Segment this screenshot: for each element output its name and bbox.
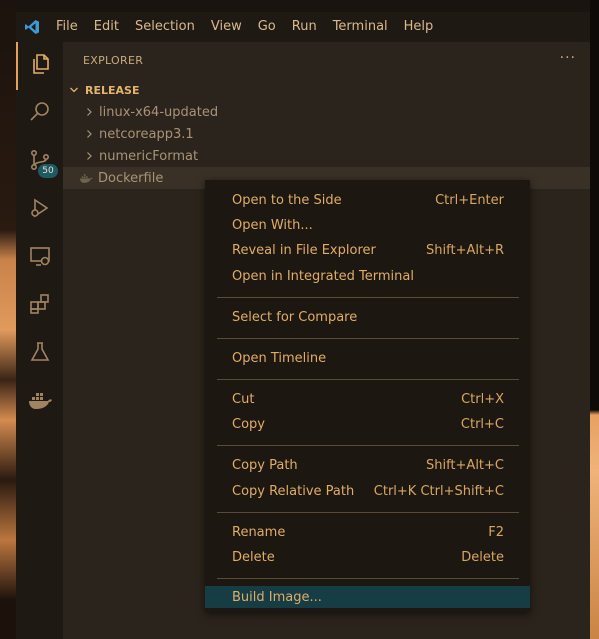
menu-item-label: Reveal in File Explorer — [232, 242, 376, 258]
section-label: RELEASE — [85, 83, 140, 97]
menu-item-shortcut: Ctrl+Enter — [435, 192, 504, 208]
menu-item-label: Open to the Side — [232, 192, 342, 208]
menu-item-shortcut: Ctrl+X — [461, 391, 504, 407]
menu-item-shortcut: Ctrl+K Ctrl+Shift+C — [373, 483, 504, 499]
menu-item-open-to-side[interactable]: Open to the Side Ctrl+Enter — [205, 189, 530, 211]
tree-item-label: netcoreapp3.1 — [99, 126, 194, 142]
menu-selection[interactable]: Selection — [127, 12, 203, 42]
flask-icon — [28, 340, 52, 368]
menu-item-copy-relative-path[interactable]: Copy Relative Path Ctrl+K Ctrl+Shift+C — [205, 480, 530, 502]
run-debug-icon — [28, 196, 52, 224]
menu-item-label: Open Timeline — [232, 350, 327, 366]
menu-run[interactable]: Run — [284, 12, 325, 42]
menu-item-label: Delete — [232, 549, 275, 565]
menu-item-shortcut: Shift+Alt+C — [425, 457, 504, 473]
menu-item-label: Copy Relative Path — [232, 483, 355, 499]
docker-icon — [27, 389, 53, 415]
search-activity-button[interactable] — [16, 90, 63, 138]
menu-help[interactable]: Help — [396, 12, 442, 42]
menu-edit[interactable]: Edit — [86, 12, 127, 42]
remote-explorer-icon — [28, 244, 52, 272]
tree-item-label: linux-x64-updated — [99, 104, 219, 120]
more-actions-button[interactable]: ··· — [560, 50, 576, 66]
menu-item-label: Select for Compare — [232, 309, 358, 325]
menu-item-build-image[interactable]: Build Image... — [205, 586, 530, 608]
extensions-activity-button[interactable] — [16, 282, 63, 330]
menu-go[interactable]: Go — [250, 12, 284, 42]
docker-file-icon — [79, 167, 93, 189]
menu-item-label: Open With... — [232, 217, 313, 233]
menu-file[interactable]: File — [48, 12, 86, 42]
menu-item-label: Cut — [232, 391, 255, 407]
desktop-wallpaper — [0, 0, 16, 639]
menu-item-label: Build Image... — [232, 589, 322, 605]
desktop-wallpaper-right — [590, 0, 599, 639]
menu-item-label: Open in Integrated Terminal — [232, 268, 414, 284]
chevron-right-icon — [82, 123, 96, 145]
explorer-title: EXPLORER — [83, 54, 144, 67]
section-header-release[interactable]: RELEASE — [63, 80, 590, 100]
menu-item-open-with[interactable]: Open With... — [205, 214, 530, 236]
chevron-right-icon — [82, 145, 96, 167]
menu-item-shortcut: Shift+Alt+R — [426, 242, 504, 258]
title-bar: File Edit Selection View Go Run Terminal… — [16, 12, 590, 42]
menu-separator — [217, 379, 519, 380]
tree-item-label: numericFormat — [99, 148, 199, 164]
menu-item-shortcut: F2 — [488, 524, 504, 540]
menu-item-select-for-compare[interactable]: Select for Compare — [205, 306, 530, 328]
menu-item-label: Rename — [232, 524, 286, 540]
menu-separator — [217, 445, 519, 446]
extensions-icon — [28, 292, 52, 320]
scm-count-badge: 50 — [38, 164, 58, 178]
menu-item-open-in-terminal[interactable]: Open in Integrated Terminal — [205, 265, 530, 287]
menu-item-open-timeline[interactable]: Open Timeline — [205, 347, 530, 369]
menu-separator — [217, 512, 519, 513]
menu-separator — [217, 578, 519, 579]
menu-item-label: Copy Path — [232, 457, 298, 473]
chevron-right-icon — [82, 101, 96, 123]
menu-item-shortcut: Ctrl+C — [460, 416, 504, 432]
source-control-activity-button[interactable]: 50 — [16, 138, 63, 186]
menu-item-shortcut: Delete — [461, 549, 504, 565]
tree-item-folder[interactable]: numericFormat — [63, 145, 590, 167]
menu-item-rename[interactable]: Rename F2 — [205, 521, 530, 543]
search-icon — [28, 100, 52, 128]
docker-activity-button[interactable] — [16, 378, 63, 426]
tree-item-folder[interactable]: linux-x64-updated — [63, 101, 590, 123]
files-icon — [29, 52, 53, 80]
tree-item-label: Dockerfile — [98, 170, 164, 186]
context-menu: Open to the Side Ctrl+Enter Open With...… — [205, 180, 530, 612]
menu-terminal[interactable]: Terminal — [325, 12, 396, 42]
chevron-down-icon — [67, 79, 81, 101]
testing-activity-button[interactable] — [16, 330, 63, 378]
menu-item-reveal-in-explorer[interactable]: Reveal in File Explorer Shift+Alt+R — [205, 239, 530, 261]
vscode-logo-icon — [16, 12, 48, 42]
menu-item-copy-path[interactable]: Copy Path Shift+Alt+C — [205, 454, 530, 476]
menu-item-delete[interactable]: Delete Delete — [205, 546, 530, 568]
menu-separator — [217, 297, 519, 298]
menu-item-copy[interactable]: Copy Ctrl+C — [205, 413, 530, 435]
menu-item-cut[interactable]: Cut Ctrl+X — [205, 388, 530, 410]
run-debug-activity-button[interactable] — [16, 186, 63, 234]
menu-separator — [217, 338, 519, 339]
menu-item-label: Copy — [232, 416, 265, 432]
activity-bar: 50 — [16, 42, 63, 639]
explorer-activity-button[interactable] — [16, 42, 63, 90]
tree-item-folder[interactable]: netcoreapp3.1 — [63, 123, 590, 145]
remote-explorer-activity-button[interactable] — [16, 234, 63, 282]
menu-view[interactable]: View — [203, 12, 250, 42]
